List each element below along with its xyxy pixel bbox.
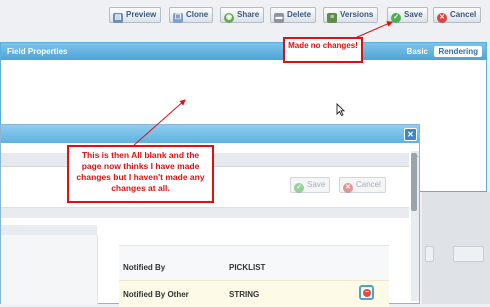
annotation-made-no-changes: Made no changes!: [283, 37, 363, 63]
arrow-to-panel: [132, 99, 186, 147]
annotation-blank-description: This is then All blank and the page now …: [67, 145, 214, 203]
arrow-to-save: [354, 21, 393, 39]
